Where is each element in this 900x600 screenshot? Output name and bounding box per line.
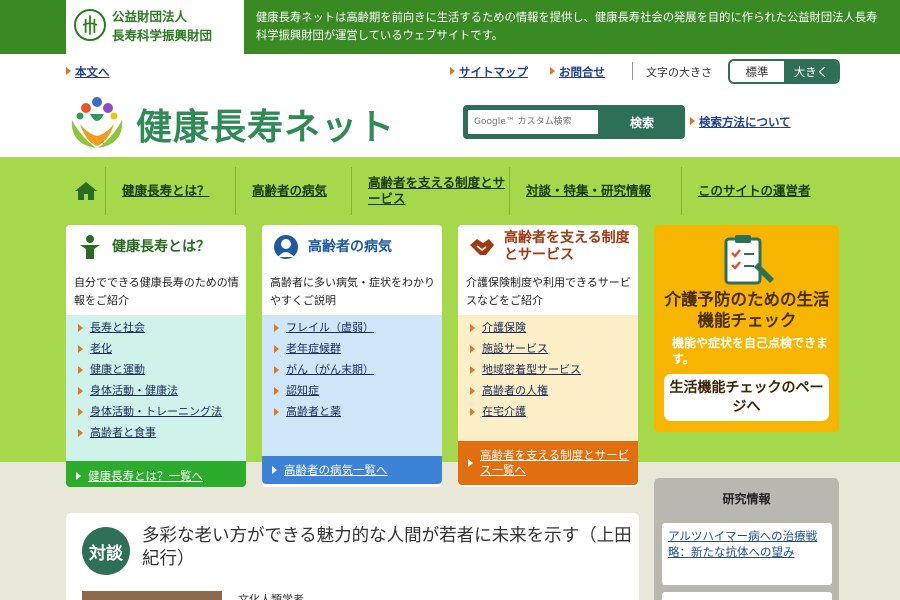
list-item[interactable]: 高齢者と薬 — [274, 405, 434, 419]
card-header[interactable]: 高齢者の病気 — [262, 225, 442, 269]
list-item[interactable]: 高齢者と食事 — [78, 426, 238, 440]
card-services: 高齢者を支える制度とサービス 介護保険制度や利用できるサービスなどをご紹介 介護… — [458, 225, 638, 487]
check-title: 介護予防のための生活機能チェック — [664, 290, 830, 330]
people-leaf-logo-icon — [71, 97, 123, 148]
card-more-button[interactable]: 高齢者の病気一覧へ — [262, 456, 442, 484]
talk-badge: 対談 — [82, 527, 130, 575]
research-item-link[interactable]: アルツハイマー病への治療戦略：新たな抗体への望み — [662, 523, 832, 585]
card-description: 介護保険制度や利用できるサービスなどをご紹介 — [466, 276, 631, 307]
research-title: 研究情報 — [722, 492, 771, 506]
search-help-link[interactable]: 検索方法について — [690, 114, 791, 130]
search-box: 検索 — [463, 105, 685, 139]
sitemap-link[interactable]: サイトマップ — [450, 64, 528, 80]
list-item[interactable]: 在宅介護 — [470, 405, 630, 419]
list-item[interactable]: 健康と運動 — [78, 363, 238, 377]
nav-item-diseases[interactable]: 高齢者の病気 — [236, 167, 352, 215]
card-header[interactable]: 健康長寿とは？ — [66, 225, 246, 269]
contact-link[interactable]: お問合せ — [550, 64, 605, 80]
bamboo-emblem-icon — [74, 9, 106, 41]
list-item[interactable]: 老年症候群 — [274, 342, 434, 356]
nav-item-features[interactable]: 対談・特集・研究情報 — [510, 167, 682, 215]
person-exercise-icon — [80, 235, 100, 259]
card-link-list: 介護保険 施設サービス 地域密着型サービス 高齢者の人権 在宅介護 — [458, 315, 638, 441]
list-item[interactable]: がん（がん末期） — [274, 363, 434, 377]
list-item[interactable]: フレイル（虚弱） — [274, 321, 434, 335]
org-name: 公益財団法人 長寿科学振興財団 — [112, 7, 212, 45]
list-item[interactable]: 身体活動・トレーニング法 — [78, 405, 238, 419]
arrow-right-icon — [550, 67, 555, 75]
home-icon — [74, 182, 97, 200]
list-item[interactable]: 身体活動・健康法 — [78, 384, 238, 398]
talk-photo — [82, 591, 222, 600]
card-description: 高齢者に多い病気・症状をわかりやすくご説明 — [270, 276, 435, 307]
card-link-list: フレイル（虚弱） 老年症候群 がん（がん末期） 認知症 高齢者と薬 — [262, 315, 442, 457]
talk-feature: 対談 多彩な老い方ができる魅力的な人間が若者に未来を示す（上田 紀行） 文化人類… — [66, 513, 639, 600]
research-item-placeholder — [662, 592, 832, 600]
arrow-right-icon — [66, 67, 71, 75]
nav-item-operator[interactable]: このサイトの運営者 — [682, 167, 840, 215]
site-logo[interactable]: 健康長寿ネット — [66, 90, 406, 152]
talk-role: 文化人類学者 — [238, 593, 304, 600]
card-title: 高齢者を支える制度とサービス — [504, 230, 630, 263]
skip-link-label: 本文へ — [75, 65, 110, 79]
contact-label: お問合せ — [559, 65, 605, 79]
skip-to-content-link[interactable]: 本文へ — [66, 64, 110, 80]
card-link-list: 長寿と社会 老化 健康と運動 身体活動・健康法 身体活動・トレーニング法 高齢者… — [66, 315, 246, 461]
list-item[interactable]: 介護保険 — [470, 321, 630, 335]
check-description: 機能や症状を自己点検できます。 — [672, 336, 829, 366]
search-button[interactable]: 検索 — [605, 110, 679, 134]
util-divider — [632, 62, 633, 80]
site-description: 健康長寿ネットは高齢期を前向きに生活するための情報を提供し、健康長寿社会の発展を… — [256, 11, 878, 42]
logo-text: 健康長寿ネット — [136, 107, 396, 148]
font-standard-button[interactable]: 標準 — [730, 61, 784, 82]
nav-item-about[interactable]: 健康長寿とは？ — [106, 167, 236, 215]
list-item[interactable]: 地域密着型サービス — [470, 363, 630, 377]
card-more-button[interactable]: 高齢者を支える制度とサービス一覧へ — [458, 441, 638, 485]
search-input[interactable] — [468, 110, 598, 134]
card-more-button[interactable]: 健康長寿とは？一覧へ — [66, 461, 246, 487]
main-nav: 健康長寿とは？ 高齢者の病気 高齢者を支える制度とサービス 対談・特集・研究情報… — [0, 157, 900, 225]
org-name-line1: 公益財団法人 — [112, 9, 188, 24]
list-item[interactable]: 認知症 — [274, 384, 434, 398]
research-sidebar: 研究情報 アルツハイマー病への治療戦略：新たな抗体への望み — [654, 478, 839, 600]
list-item[interactable]: 老化 — [78, 342, 238, 356]
function-check-panel: 介護予防のための生活機能チェック 機能や症状を自己点検できます。 生活機能チェッ… — [654, 225, 839, 432]
org-logo-block[interactable]: 公益財団法人 長寿科学振興財団 — [66, 0, 244, 54]
nav-item-services[interactable]: 高齢者を支える制度とサービス — [352, 167, 510, 215]
top-bar: 公益財団法人 長寿科学振興財団 健康長寿ネットは高齢期を前向きに生活するための情… — [0, 0, 900, 54]
handshake-icon — [470, 239, 494, 255]
card-diseases: 高齢者の病気 高齢者に多い病気・症状をわかりやすくご説明 フレイル（虚弱） 老年… — [262, 225, 442, 487]
check-page-button[interactable]: 生活機能チェックのページへ — [664, 374, 829, 421]
nav-home[interactable] — [66, 167, 106, 215]
elderly-person-icon — [274, 235, 298, 259]
arrow-right-icon — [450, 67, 455, 75]
font-size-toggle: 標準 大きく — [728, 59, 840, 84]
card-description: 自分でできる健康長寿のための情報をご紹介 — [74, 276, 239, 307]
card-title: 高齢者の病気 — [308, 238, 392, 255]
talk-title[interactable]: 多彩な老い方ができる魅力的な人間が若者に未来を示す（上田 紀行） — [142, 525, 632, 571]
card-about: 健康長寿とは？ 自分でできる健康長寿のための情報をご紹介 長寿と社会 老化 健康… — [66, 225, 246, 487]
card-title: 健康長寿とは？ — [112, 238, 210, 255]
sitemap-label: サイトマップ — [459, 65, 528, 79]
list-item[interactable]: 長寿と社会 — [78, 321, 238, 335]
list-item[interactable]: 高齢者の人権 — [470, 384, 630, 398]
card-header[interactable]: 高齢者を支える制度とサービス — [458, 225, 638, 269]
clipboard-check-icon — [724, 235, 774, 285]
arrow-right-icon — [690, 117, 695, 125]
search-help-label: 検索方法について — [699, 115, 791, 129]
org-name-line2: 長寿科学振興財団 — [112, 28, 213, 43]
list-item[interactable]: 施設サービス — [470, 342, 630, 356]
font-large-button[interactable]: 大きく — [784, 61, 838, 82]
font-size-label: 文字の大きさ — [646, 66, 712, 79]
